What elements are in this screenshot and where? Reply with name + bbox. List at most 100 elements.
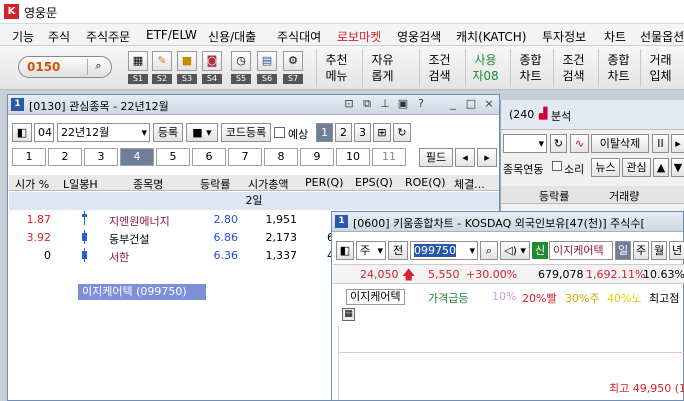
menu-stock[interactable]: 주식 <box>48 28 70 45</box>
stock-type-select[interactable]: 주 ▾ <box>356 241 386 260</box>
tab-7[interactable]: 7 <box>228 148 262 166</box>
copy-icon[interactable]: ⧉ <box>360 97 374 111</box>
calc-icon[interactable]: ▦ <box>128 51 148 71</box>
close-icon[interactable]: × <box>482 97 496 110</box>
menu-katch[interactable]: 캐치(KATCH) <box>456 28 526 45</box>
account-selector[interactable]: 0150 ⌕ <box>18 56 112 78</box>
tab-2[interactable]: 2 <box>48 148 82 166</box>
daybar-candle <box>82 233 87 241</box>
recommend-menu-button[interactable]: 추천 메뉴 <box>316 49 356 87</box>
tab-3[interactable]: 3 <box>84 148 118 166</box>
layout-icon[interactable]: ▣ <box>396 97 410 110</box>
legend-indicator[interactable]: 가격급등 <box>428 290 468 306</box>
period-day[interactable]: 일 <box>615 241 631 260</box>
col-trade[interactable]: 체결... <box>454 176 485 192</box>
tab-8[interactable]: 8 <box>264 148 298 166</box>
menu-futures-options[interactable]: 선물옵션 <box>640 28 684 45</box>
page-1[interactable]: 1 <box>316 123 333 142</box>
tab-6[interactable]: 6 <box>192 148 226 166</box>
more-icon[interactable]: ▸ <box>671 134 684 153</box>
total-chart-button[interactable]: 종합 차트 <box>510 49 550 87</box>
page-2[interactable]: 2 <box>335 123 352 142</box>
next-icon[interactable]: ▸ <box>477 148 497 167</box>
col-daybar[interactable]: L일봉H <box>63 176 98 192</box>
group-select[interactable]: 22년12월 ▾ <box>57 123 150 142</box>
col-open[interactable]: 시가 % <box>15 176 49 192</box>
camera-icon[interactable]: ◙ <box>202 51 222 71</box>
bgwin-combo[interactable]: ▾ <box>503 134 547 153</box>
menu-stock-order[interactable]: 주식주문 <box>86 28 130 45</box>
tab-1[interactable]: 1 <box>12 148 46 166</box>
maximize-icon[interactable]: □ <box>464 97 478 110</box>
search-icon[interactable]: ⌕ <box>480 241 498 260</box>
tab-analysis[interactable]: 분석 <box>551 108 571 124</box>
tab-5[interactable]: 5 <box>156 148 190 166</box>
code-input[interactable]: 099750 ▾ <box>410 241 478 260</box>
button-line: 검색 <box>428 69 451 83</box>
tab-9[interactable]: 9 <box>300 148 334 166</box>
menu-etf-elw[interactable]: ETF/ELW <box>146 28 197 42</box>
menu-robo-market[interactable]: 로보마켓 <box>337 28 381 45</box>
field-button[interactable]: 필드 <box>419 148 453 167</box>
all-button[interactable]: 전 <box>388 241 408 260</box>
menu-invest-info[interactable]: 투자정보 <box>542 28 586 45</box>
speaker-icon[interactable]: ◁) ▾ <box>500 241 530 260</box>
search-icon[interactable]: ⌕ <box>87 59 109 75</box>
code-register-button[interactable]: 코드등록 <box>221 123 271 142</box>
period-year[interactable]: 년 <box>669 241 684 260</box>
stop-icon[interactable]: ■ ▾ <box>186 123 218 142</box>
menu-chart[interactable]: 차트 <box>604 28 626 45</box>
up-icon[interactable]: ▲ <box>653 158 669 177</box>
col-change[interactable]: 등락률 <box>200 176 230 192</box>
condition-search-button[interactable]: 조건 검색 <box>419 49 459 87</box>
refresh-icon[interactable]: ↻ <box>550 134 567 153</box>
total-chart-button-2[interactable]: 종합 차트 <box>598 49 638 87</box>
col-mcap[interactable]: 시가총액 <box>248 176 288 192</box>
refresh-icon[interactable]: ↻ <box>393 123 411 142</box>
tab-10[interactable]: 10 <box>336 148 370 166</box>
minimize-icon[interactable]: _ <box>446 97 460 110</box>
legend-name[interactable]: 이지케어텍 <box>346 289 405 305</box>
link-icon[interactable]: ⊡ <box>342 97 356 110</box>
trade-3d-button[interactable]: 거래 입체 <box>640 49 680 87</box>
pencil-icon[interactable]: ✎ <box>152 51 172 71</box>
delete-deviation-button[interactable]: 이탈삭제 <box>591 134 649 153</box>
tab-4[interactable]: 4 <box>120 148 154 166</box>
register-button[interactable]: 등록 <box>153 123 183 142</box>
menu-function[interactable]: 기능 <box>12 28 34 45</box>
condition-search-button-2[interactable]: 조건 검색 <box>553 49 593 87</box>
news-button[interactable]: 뉴스 <box>591 158 620 177</box>
clock-icon[interactable]: ◷ <box>231 51 251 71</box>
free-button[interactable]: 자유 롭게 <box>362 49 402 87</box>
page-3[interactable]: 3 <box>354 123 371 142</box>
pause-icon[interactable]: II <box>652 134 669 153</box>
sound-checkbox[interactable] <box>552 161 562 171</box>
col-name[interactable]: 종목명 <box>133 176 163 192</box>
menu-stock-lending[interactable]: 주식대여 <box>277 28 321 45</box>
period-week[interactable]: 주 <box>633 241 649 260</box>
help-icon[interactable]: ? <box>414 97 428 110</box>
menu-hero-search[interactable]: 영웅검색 <box>397 28 441 45</box>
chart-area[interactable]: 최고 49,950 (10/ <box>338 326 684 400</box>
pin-icon[interactable]: ⊥ <box>378 97 392 110</box>
interest-button[interactable]: 관심 <box>622 158 651 177</box>
list-icon[interactable]: ◧ <box>12 123 32 142</box>
down-icon[interactable]: ▼ <box>671 158 684 177</box>
grid-icon[interactable]: ▦ <box>342 308 355 321</box>
col-per[interactable]: PER(Q) <box>305 176 343 189</box>
group-code[interactable]: 04 <box>34 123 54 142</box>
gear-icon[interactable]: ⚙ <box>283 51 303 71</box>
prev-icon[interactable]: ◂ <box>455 148 475 167</box>
period-month[interactable]: 월 <box>651 241 667 260</box>
list-icon[interactable]: ◧ <box>336 241 354 260</box>
forecast-checkbox[interactable] <box>274 127 285 138</box>
expand-icon[interactable]: ⊞ <box>373 123 391 142</box>
user-08-button[interactable]: 사용 자08 <box>465 49 505 87</box>
grid-icon[interactable]: ▤ <box>257 51 277 71</box>
chart-line-icon[interactable]: ∿ <box>570 134 589 153</box>
col-roe[interactable]: ROE(Q) <box>405 176 446 189</box>
tab-11[interactable]: 11 <box>372 148 406 166</box>
menu-credit-loan[interactable]: 신용/대출 <box>208 28 256 45</box>
lock-icon[interactable]: ■ <box>177 51 197 71</box>
col-eps[interactable]: EPS(Q) <box>355 176 393 189</box>
